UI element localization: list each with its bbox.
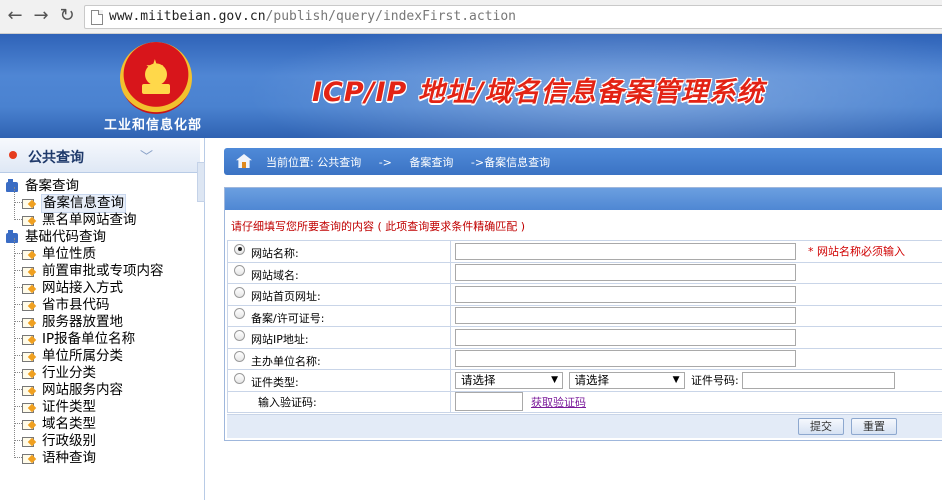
radio-license-number[interactable]	[234, 308, 245, 320]
tree-item-record-info-query[interactable]: 备案信息查询	[6, 187, 196, 213]
tree-item[interactable]: 网站接入方式	[6, 272, 196, 297]
forward-icon[interactable]: →	[30, 5, 52, 27]
document-icon	[22, 369, 34, 379]
document-icon	[22, 335, 34, 345]
radio-site-name[interactable]	[234, 243, 245, 255]
radio-cert-type[interactable]	[234, 372, 245, 384]
main-content: 当前位置: 公共查询 -> 备案查询 ->备案信息查询 请仔细填写您所要查询的内…	[224, 145, 942, 500]
sidebar-title: 公共查询	[28, 150, 84, 166]
dropdown-arrow-icon: ▼	[551, 374, 558, 385]
url-text: www.miitbeian.gov.cn/publish/query/index…	[109, 9, 516, 24]
document-icon	[22, 454, 34, 464]
form-row-organizer-name: 主办单位名称:	[227, 347, 942, 370]
tree-item[interactable]: 行业分类	[6, 357, 196, 382]
get-captcha-link[interactable]: 获取验证码	[531, 396, 586, 409]
page-icon	[91, 10, 103, 25]
dropdown-arrow-icon: ▼	[672, 374, 680, 385]
document-icon	[22, 301, 34, 311]
breadcrumb: 当前位置: 公共查询 -> 备案查询 ->备案信息查询	[224, 148, 942, 175]
national-emblem-logo: ★	[120, 42, 192, 114]
system-title: ICP/IP 地址/域名信息备案管理系统	[312, 77, 765, 108]
domain-input[interactable]	[455, 264, 796, 282]
tree-item[interactable]: 单位所属分类	[6, 340, 196, 365]
reload-icon[interactable]: ↻	[56, 5, 78, 27]
tree-item[interactable]: 单位性质	[6, 238, 196, 263]
tree-item[interactable]: 行政级别	[6, 425, 196, 450]
document-icon	[22, 437, 34, 447]
home-icon	[236, 154, 252, 168]
query-form: 网站名称: * 网站名称必须输入 网站域名: 网站首页网址: 备案/许可证号: …	[227, 240, 942, 413]
document-icon	[22, 284, 34, 294]
form-row-captcha: 输入验证码: 获取验证码	[227, 390, 942, 413]
sidebar: 公共查询 ﹀ 备案查询 备案信息查询 黑名单网站查询 基础代码查询 单位性质 前…	[0, 138, 205, 500]
tree-group-record-query[interactable]: 备案查询	[6, 178, 196, 195]
tree-item[interactable]: 省市县代码	[6, 289, 196, 314]
panel-header	[225, 188, 942, 210]
homepage-url-input[interactable]	[455, 285, 796, 303]
bullet-icon	[9, 151, 17, 159]
button-row: 提交 重置	[227, 414, 942, 438]
captcha-input[interactable]	[455, 392, 523, 412]
tree-item[interactable]: 服务器放置地	[6, 306, 196, 331]
nav-tree: 备案查询 备案信息查询 黑名单网站查询 基础代码查询 单位性质 前置审批或专项内…	[6, 178, 196, 467]
form-row-domain: 网站域名:	[227, 261, 942, 284]
ip-address-input[interactable]	[455, 328, 796, 346]
tree-item[interactable]: 前置审批或专项内容	[6, 255, 196, 280]
header-banner: ★ 工业和信息化部 ICP/IP 地址/域名信息备案管理系统	[0, 34, 942, 138]
form-row-homepage-url: 网站首页网址:	[227, 283, 942, 306]
tree-item-blacklist-query[interactable]: 黑名单网站查询	[6, 204, 196, 229]
document-icon	[22, 403, 34, 413]
document-icon	[22, 318, 34, 328]
radio-ip-address[interactable]	[234, 329, 245, 341]
form-row-site-name: 网站名称: * 网站名称必须输入	[227, 240, 942, 263]
form-row-license-number: 备案/许可证号:	[227, 304, 942, 327]
document-icon	[22, 216, 34, 226]
reset-button[interactable]: 重置	[851, 418, 897, 435]
address-bar[interactable]: www.miitbeian.gov.cn/publish/query/index…	[84, 5, 942, 29]
tree-group-base-code-query[interactable]: 基础代码查询	[6, 229, 196, 246]
cert-type-select[interactable]: 请选择 ▼	[455, 371, 563, 389]
scrollbar[interactable]	[197, 162, 205, 202]
chevron-down-icon[interactable]: ﹀	[140, 146, 153, 165]
query-notice: 请仔细填写您所要查询的内容 ( 此项查询要求条件精确匹配 )	[231, 220, 526, 233]
cert-number-input[interactable]	[742, 371, 896, 389]
tree-item[interactable]: 证件类型	[6, 391, 196, 416]
site-name-input[interactable]	[455, 242, 796, 260]
document-icon	[22, 420, 34, 430]
back-icon[interactable]: ←	[4, 5, 26, 27]
browser-toolbar: ← → ↻ www.miitbeian.gov.cn/publish/query…	[0, 0, 942, 34]
document-icon	[22, 386, 34, 396]
query-panel: 请仔细填写您所要查询的内容 ( 此项查询要求条件精确匹配 ) 网站名称: * 网…	[224, 187, 942, 441]
tree-item[interactable]: 域名类型	[6, 408, 196, 433]
cert-subtype-select[interactable]: 请选择 ▼	[568, 371, 685, 389]
submit-button[interactable]: 提交	[798, 418, 844, 435]
license-number-input[interactable]	[455, 307, 796, 325]
document-icon	[22, 352, 34, 362]
tree-item[interactable]: IP报备单位名称	[6, 323, 196, 348]
organizer-name-input[interactable]	[455, 350, 796, 368]
radio-organizer-name[interactable]	[234, 351, 245, 363]
document-icon	[22, 199, 34, 209]
tree-item[interactable]: 网站服务内容	[6, 374, 196, 399]
document-icon	[22, 267, 34, 277]
form-row-ip-address: 网站IP地址:	[227, 326, 942, 349]
required-note: * 网站名称必须输入	[808, 245, 905, 259]
ministry-name: 工业和信息化部	[104, 118, 203, 133]
radio-homepage-url[interactable]	[234, 286, 245, 298]
radio-domain[interactable]	[234, 265, 245, 277]
document-icon	[22, 250, 34, 260]
tree-item[interactable]: 语种查询	[6, 442, 196, 467]
form-row-cert-type: 证件类型: 请选择 ▼ 请选择 ▼ 证件号码:	[227, 369, 942, 392]
sidebar-header[interactable]: 公共查询 ﹀	[0, 138, 200, 173]
